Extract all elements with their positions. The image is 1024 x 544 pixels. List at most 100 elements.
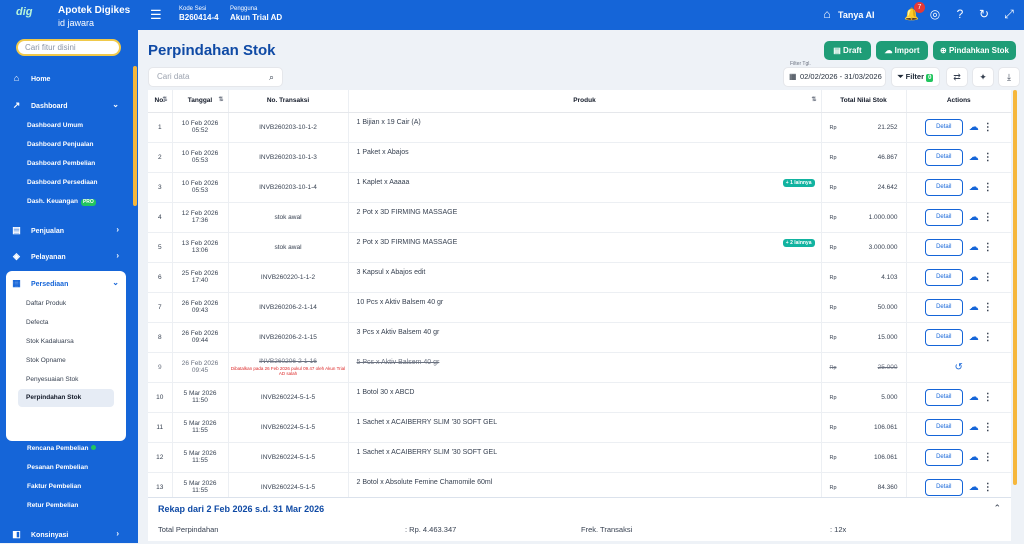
import-button[interactable]: ☁ Import [876, 41, 928, 60]
cloud-download-icon[interactable]: ☁ [967, 152, 981, 163]
column-header-no-transaksi: No. Transaksi [228, 90, 349, 113]
detail-button[interactable]: Detail [924, 328, 963, 346]
sidebar-subitem-retur-pembelian[interactable]: Retur Pembelian [27, 500, 122, 512]
sidebar-subitem-dashboard-umum[interactable]: Dashboard Umum [27, 120, 122, 132]
whatsapp-icon[interactable]: ◎ [928, 7, 942, 21]
cell-no: 1 [148, 112, 173, 143]
download-icon[interactable]: ⤓ [998, 67, 1020, 87]
date-range-picker[interactable]: ▦ 02/02/2026 - 31/03/2026 [783, 67, 886, 87]
total-value: 46.867 [877, 153, 898, 161]
help-icon[interactable]: ? [953, 7, 967, 21]
detail-button[interactable]: Detail [924, 448, 963, 466]
cloud-download-icon[interactable]: ☁ [967, 302, 981, 313]
sidebar-item-konsinyasi[interactable]: ◧ Konsinyasi › [10, 526, 125, 542]
sidebar-subitem-daftar-produk[interactable]: Daftar Produk [26, 298, 121, 310]
more-options-icon[interactable]: ⋮ [983, 392, 993, 403]
total-value: 84.360 [877, 483, 898, 491]
cell-transaction: stok awal [228, 232, 349, 263]
currency-label: Rp [829, 454, 837, 461]
sidebar-item-pembelian[interactable]: ▣ Pembelian ⌄ [10, 419, 125, 435]
total-value: 106.061 [874, 423, 898, 431]
more-options-icon[interactable]: ⋮ [983, 182, 993, 193]
more-options-icon[interactable]: ⋮ [983, 422, 993, 433]
search-input[interactable]: Cari data ⌕ [148, 67, 283, 87]
detail-button[interactable]: Detail [924, 418, 963, 436]
more-options-icon[interactable]: ⋮ [983, 332, 993, 343]
more-options-icon[interactable]: ⋮ [983, 452, 993, 463]
column-header-tanggal[interactable]: Tanggal ⇅ [172, 90, 229, 113]
cloud-download-icon[interactable]: ☁ [967, 482, 981, 493]
detail-button[interactable]: Detail [924, 178, 963, 196]
hamburger-menu-icon[interactable]: ☰ [150, 8, 162, 21]
chevron-up-icon[interactable]: ⌃ [993, 503, 1001, 514]
cloud-download-icon[interactable]: ☁ [967, 452, 981, 463]
cloud-download-icon[interactable]: ☁ [967, 122, 981, 133]
cloud-download-icon[interactable]: ☁ [967, 272, 981, 283]
filter-icon: ⏷ [897, 72, 906, 81]
fullscreen-icon[interactable]: ⤢ [1002, 7, 1016, 21]
sidebar-item-penjualan[interactable]: ▤ Penjualan › [10, 222, 125, 238]
sidebar-subitem-penyesuaian-stok[interactable]: Penyesuaian Stok [26, 374, 121, 386]
more-options-icon[interactable]: ⋮ [983, 302, 993, 313]
sidebar-subitem-stok-kadaluarsa[interactable]: Stok Kadaluarsa [26, 336, 121, 348]
more-items-badge[interactable]: + 2 lainnya [782, 238, 815, 247]
sidebar-subitem-stok-opname[interactable]: Stok Opname [26, 355, 121, 367]
undo-icon[interactable]: ↺ [955, 362, 963, 373]
sidebar-subitem-defecta[interactable]: Defecta [26, 317, 121, 329]
sidebar-subitem-dashboard-persediaan[interactable]: Dashboard Persediaan [27, 177, 122, 189]
detail-button[interactable]: Detail [924, 208, 963, 226]
sort-icon: ⇅ [162, 97, 168, 103]
detail-button[interactable]: Detail [924, 238, 963, 256]
more-items-badge[interactable]: + 1 lainnya [782, 178, 815, 187]
detail-button[interactable]: Detail [924, 268, 963, 286]
sidebar-subitem-dashboard-penjualan[interactable]: Dashboard Penjualan [27, 139, 122, 151]
more-options-icon[interactable]: ⋮ [983, 242, 993, 253]
cloud-download-icon[interactable]: ☁ [967, 332, 981, 343]
recap-total-value: : Rp. 4.463.347 [405, 525, 457, 534]
filter-button[interactable]: ⏷ Filter 0 [891, 67, 940, 87]
more-options-icon[interactable]: ⋮ [983, 482, 993, 493]
draft-button[interactable]: ▤ Draft [824, 41, 871, 60]
sidebar-scrollbar[interactable] [133, 66, 137, 206]
cloud-download-icon[interactable]: ☁ [967, 392, 981, 403]
tanya-ai-button[interactable]: Tanya AI [838, 9, 875, 21]
detail-button[interactable]: Detail [924, 298, 963, 316]
more-options-icon[interactable]: ⋮ [983, 122, 993, 133]
feature-search-input[interactable]: Cari fitur disini [16, 39, 121, 56]
pindahkan-stok-button[interactable]: ⊕ Pindahkan Stok [933, 41, 1016, 60]
column-header-no[interactable]: No. ⇅ [148, 90, 173, 113]
more-options-icon[interactable]: ⋮ [983, 212, 993, 223]
sidebar-item-home[interactable]: ⌂ Home [10, 70, 125, 86]
sidebar-subitem-dash-keuangan[interactable]: Dash. Keuangan PRO [27, 196, 122, 208]
detail-button[interactable]: Detail [924, 118, 963, 136]
sync-icon[interactable]: ⇄ [946, 67, 968, 87]
cloud-download-icon[interactable]: ☁ [967, 182, 981, 193]
cloud-download-icon[interactable]: ☁ [967, 242, 981, 253]
cloud-download-icon[interactable]: ☁ [967, 212, 981, 223]
column-header-produk[interactable]: Produk ⇅ [348, 90, 822, 113]
column-header-actions: Actions [906, 90, 1011, 113]
sidebar-subitem-faktur-pembelian[interactable]: Faktur Pembelian [27, 481, 122, 493]
sidebar-item-pelayanan[interactable]: ◈ Pelayanan › [10, 248, 125, 264]
sidebar-item-dashboard[interactable]: ↗ Dashboard ⌄ [10, 97, 125, 113]
sparkle-icon[interactable]: ✦ [972, 67, 994, 87]
total-value: 21.252 [877, 123, 898, 131]
cloud-download-icon[interactable]: ☁ [967, 422, 981, 433]
detail-button[interactable]: Detail [924, 388, 963, 406]
detail-button[interactable]: Detail [924, 148, 963, 166]
sidebar-subitem-dashboard-pembelian[interactable]: Dashboard Pembelian [27, 158, 122, 170]
ai-assistant-icon[interactable]: ⌂ [820, 7, 834, 21]
sidebar-subitem-rencana-pembelian[interactable]: Rencana Pembelian [27, 443, 122, 455]
cell-actions: Detail ☁ ⋮ [906, 322, 1011, 353]
more-options-icon[interactable]: ⋮ [983, 152, 993, 163]
sidebar-item-persediaan[interactable]: ▦ Persediaan ⌄ [10, 275, 125, 291]
more-options-icon[interactable]: ⋮ [983, 272, 993, 283]
sidebar-subitem-pesanan-pembelian[interactable]: Pesanan Pembelian [27, 462, 122, 474]
detail-button[interactable]: Detail [924, 478, 963, 496]
table-row: 8 26 Feb 2026 09:44 INVB260206-2-1-15 3 Pcs … [148, 322, 1011, 353]
sidebar-subitem-perpindahan-stok[interactable]: Perpindahan Stok [18, 389, 114, 407]
table-scrollbar[interactable] [1013, 90, 1017, 485]
cell-date: 26 Feb 2026 09:45 [172, 352, 229, 383]
cell-no: 10 [148, 382, 173, 413]
refresh-icon[interactable]: ↻ [977, 7, 991, 21]
